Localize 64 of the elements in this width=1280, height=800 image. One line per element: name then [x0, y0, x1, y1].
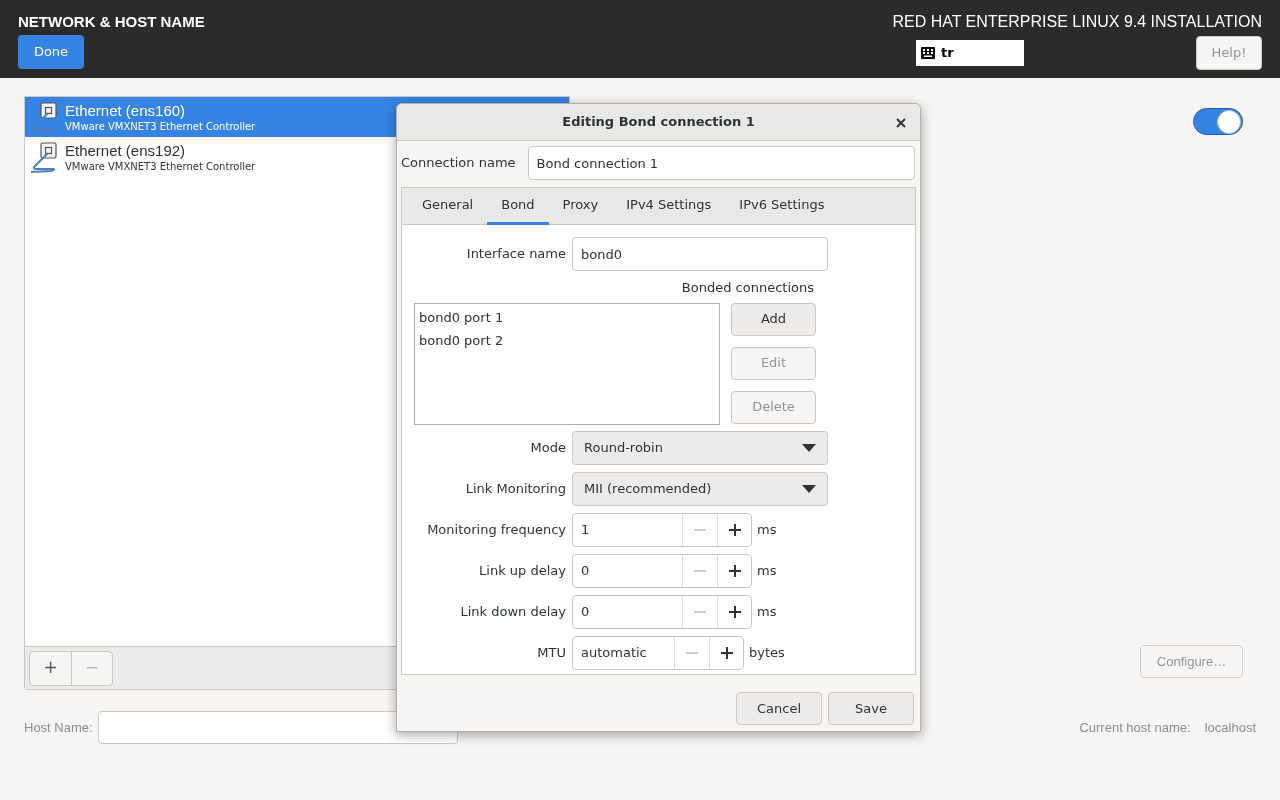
done-button[interactable]: Done	[18, 35, 84, 69]
keyboard-icon	[921, 47, 935, 59]
field-label: MTU	[536, 643, 566, 662]
current-host-name-label: Current host name:	[1079, 718, 1191, 737]
page-title: NETWORK & HOST NAME	[18, 12, 205, 32]
interface-name-field[interactable]: bond0	[572, 237, 828, 271]
product-title: RED HAT ENTERPRISE LINUX 9.4 INSTALLATION	[892, 12, 1262, 32]
tab[interactable]: Proxy	[548, 188, 613, 225]
switch-knob	[1217, 109, 1241, 134]
keyboard-layout-indicator[interactable]: tr	[916, 40, 1024, 66]
tab[interactable]: Bond	[487, 188, 549, 225]
spin-value: automatic	[580, 643, 648, 662]
list-action-button[interactable]: Add	[731, 302, 816, 336]
plus-icon	[728, 564, 741, 577]
save-button[interactable]: Save	[828, 692, 914, 725]
tab[interactable]: IPv4 Settings	[612, 188, 726, 225]
dropdown-arrow-icon	[802, 484, 816, 493]
minus-icon	[694, 528, 706, 531]
minus-icon	[694, 610, 706, 613]
dropdown[interactable]: MII (recommended)	[572, 471, 828, 506]
current-host-name-value: localhost	[1204, 718, 1256, 737]
field-label: Interface name	[465, 245, 566, 264]
field-label: Mode	[529, 438, 566, 457]
field-label: Link up delay	[478, 561, 566, 580]
tab[interactable]: IPv6 Settings	[725, 188, 839, 225]
connection-name-label: Connection name	[401, 154, 516, 173]
close-icon[interactable]	[896, 118, 906, 128]
tab[interactable]: General	[408, 188, 488, 225]
bonded-connection-item[interactable]: bond0 port 2	[415, 328, 719, 352]
spin-field[interactable]: 1	[572, 512, 752, 547]
bonded-connections-label: Bonded connections	[681, 279, 814, 297]
spin-field[interactable]: 0	[572, 594, 752, 629]
toggle-switch[interactable]	[1193, 108, 1243, 135]
device-name: Ethernet (ens192)	[65, 141, 187, 160]
spin-value: 0	[580, 602, 591, 621]
device-name: Ethernet (ens160)	[65, 101, 187, 120]
field-label: Link down delay	[459, 602, 566, 621]
minus-icon	[694, 569, 706, 572]
cancel-button[interactable]: Cancel	[736, 692, 822, 725]
unit-label: ms	[757, 520, 777, 539]
device-description: VMware VMXNET3 Ethernet Controller	[65, 119, 256, 133]
plus-icon	[728, 605, 741, 618]
plus-icon	[720, 646, 733, 659]
bonded-connection-item[interactable]: bond0 port 1	[415, 305, 719, 329]
field-label: Monitoring frequency	[426, 520, 566, 539]
unit-label: ms	[757, 561, 777, 580]
network-cable-icon	[29, 101, 59, 133]
minus-icon	[686, 651, 698, 654]
host-name-label: Host Name:	[24, 718, 93, 737]
spin-field[interactable]: automatic	[572, 635, 744, 670]
connection-name-field[interactable]: Bond connection 1	[527, 146, 915, 180]
plus-icon	[728, 523, 741, 536]
dropdown[interactable]: Round-robin	[572, 430, 828, 465]
unit-label: ms	[757, 602, 777, 621]
field-label: Link Monitoring	[464, 479, 566, 498]
dropdown-arrow-icon	[802, 443, 816, 452]
add-device-button[interactable]: +	[30, 651, 71, 685]
spin-value: 0	[580, 561, 591, 580]
device-description: VMware VMXNET3 Ethernet Controller	[65, 159, 256, 173]
network-cable-icon	[29, 141, 59, 173]
keyboard-layout-text: tr	[941, 44, 954, 63]
spin-field[interactable]: 0	[572, 553, 752, 588]
unit-label: bytes	[749, 643, 785, 662]
spin-value: 1	[580, 520, 591, 539]
